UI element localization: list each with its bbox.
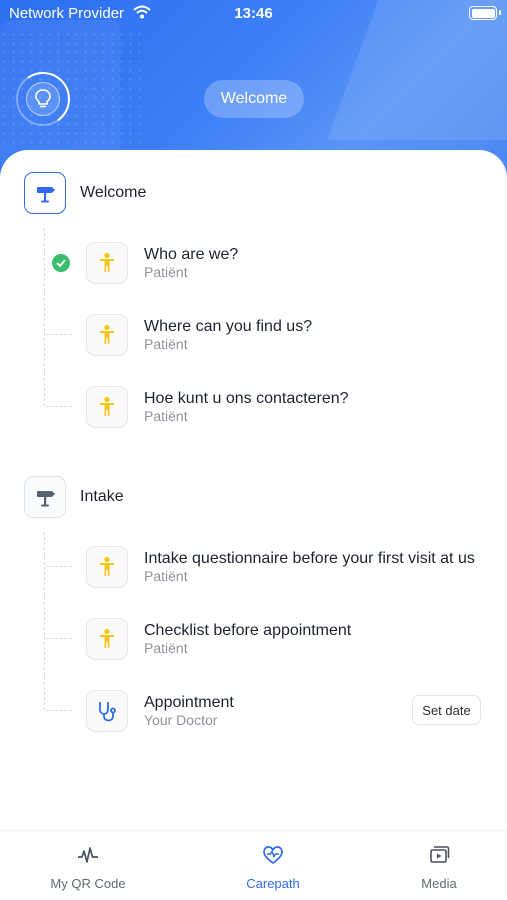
person-icon <box>86 618 128 660</box>
connector-line <box>44 228 45 406</box>
item-title: Hoe kunt u ons contacteren? <box>144 390 349 407</box>
section-welcome[interactable]: Welcome <box>24 172 146 214</box>
person-icon <box>86 242 128 284</box>
section-intake[interactable]: Intake <box>24 476 124 518</box>
pulse-icon <box>77 845 99 870</box>
person-icon <box>86 386 128 428</box>
connector-line <box>46 406 72 407</box>
tab-carepath[interactable]: Carepath <box>213 845 333 891</box>
item-subtitle: Patiënt <box>144 336 188 352</box>
tab-label: Media <box>421 876 457 891</box>
item-subtitle: Patiënt <box>144 568 188 584</box>
list-item[interactable]: Who are we? Patiënt <box>86 241 238 285</box>
list-item[interactable]: Appointment Your Doctor <box>86 689 234 733</box>
item-title: Appointment <box>144 694 234 711</box>
tab-label: My QR Code <box>50 876 126 891</box>
signpost-icon <box>24 476 66 518</box>
media-icon <box>428 845 450 870</box>
tab-my-qr-code[interactable]: My QR Code <box>28 845 148 891</box>
clock: 13:46 <box>234 5 273 22</box>
check-icon <box>52 254 70 272</box>
header-title: Welcome <box>204 80 304 118</box>
section-title: Welcome <box>80 184 147 201</box>
heart-pulse-icon <box>262 845 284 870</box>
person-icon <box>86 314 128 356</box>
stethoscope-icon <box>86 690 128 732</box>
connector-line <box>46 566 72 567</box>
status-bar: Network Provider 13:46 <box>0 0 507 28</box>
section-title: Intake <box>80 488 124 505</box>
item-title: Who are we? <box>144 246 239 263</box>
item-subtitle: Patiënt <box>144 640 188 656</box>
item-title: Checklist before appointment <box>144 622 352 639</box>
connector-line <box>46 638 72 639</box>
item-title: Intake questionnaire before your first v… <box>144 550 475 567</box>
item-subtitle: Patiënt <box>144 264 188 280</box>
tab-label: Carepath <box>246 876 300 891</box>
connector-line <box>46 710 72 711</box>
item-subtitle: Patiënt <box>144 408 188 424</box>
list-item[interactable]: Where can you find us? Patiënt <box>86 313 312 357</box>
person-icon <box>86 546 128 588</box>
connector-line <box>44 532 45 710</box>
set-date-button[interactable]: Set date <box>412 695 481 725</box>
battery-icon <box>469 6 501 20</box>
list-item[interactable]: Hoe kunt u ons contacteren? Patiënt <box>86 385 349 429</box>
signpost-icon <box>24 172 66 214</box>
list-item[interactable]: Intake questionnaire before your first v… <box>86 545 475 589</box>
list-item[interactable]: Checklist before appointment Patiënt <box>86 617 351 661</box>
item-title: Where can you find us? <box>144 318 313 335</box>
app-logo[interactable] <box>11 67 75 131</box>
tab-bar: My QR Code Carepath Media <box>0 830 507 900</box>
connector-line <box>46 334 72 335</box>
item-subtitle: Your Doctor <box>144 712 218 728</box>
tab-media[interactable]: Media <box>379 845 499 891</box>
